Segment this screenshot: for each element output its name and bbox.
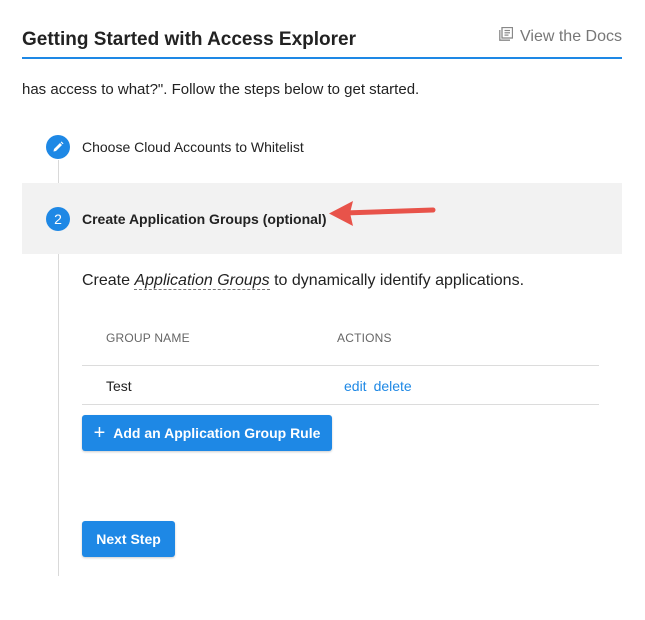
step-description: Create Application Groups to dynamically… — [82, 272, 525, 290]
table-row: Test edit delete — [82, 366, 599, 405]
step-choose-cloud-accounts[interactable]: Choose Cloud Accounts to Whitelist — [22, 131, 622, 163]
delete-link[interactable]: delete — [374, 378, 412, 394]
step-number-badge: 2 — [46, 206, 70, 231]
table-header: GROUP NAME ACTIONS — [82, 320, 599, 366]
arrow-left-icon — [329, 201, 436, 226]
group-name-cell: Test — [106, 378, 132, 394]
edit-link[interactable]: edit — [344, 378, 367, 394]
add-rule-label: Add an Application Group Rule — [113, 425, 321, 441]
page-title: Getting Started with Access Explorer — [22, 29, 356, 50]
intro-text: has access to what?". Follow the steps b… — [22, 81, 420, 98]
add-application-group-rule-button[interactable]: + Add an Application Group Rule — [82, 415, 332, 451]
docs-icon — [499, 26, 514, 46]
plus-icon: + — [93, 422, 106, 444]
step-label: Create Application Groups (optional) — [82, 210, 327, 227]
step-create-application-groups[interactable]: 2 Create Application Groups (optional) — [22, 183, 622, 254]
actions-cell: edit delete — [344, 378, 419, 394]
column-header-actions: ACTIONS — [337, 331, 392, 345]
page-header: Getting Started with Access Explorer Vie… — [22, 22, 622, 59]
docs-label[interactable]: View the Docs — [520, 28, 622, 46]
view-docs-link[interactable]: View the Docs — [499, 26, 622, 46]
application-groups-table: GROUP NAME ACTIONS Test edit delete — [82, 320, 599, 405]
next-step-button[interactable]: Next Step — [82, 521, 175, 557]
pencil-icon — [46, 135, 70, 159]
step-label: Choose Cloud Accounts to Whitelist — [82, 139, 304, 155]
column-header-group-name: GROUP NAME — [106, 331, 190, 345]
application-groups-term[interactable]: Application Groups — [134, 272, 270, 290]
